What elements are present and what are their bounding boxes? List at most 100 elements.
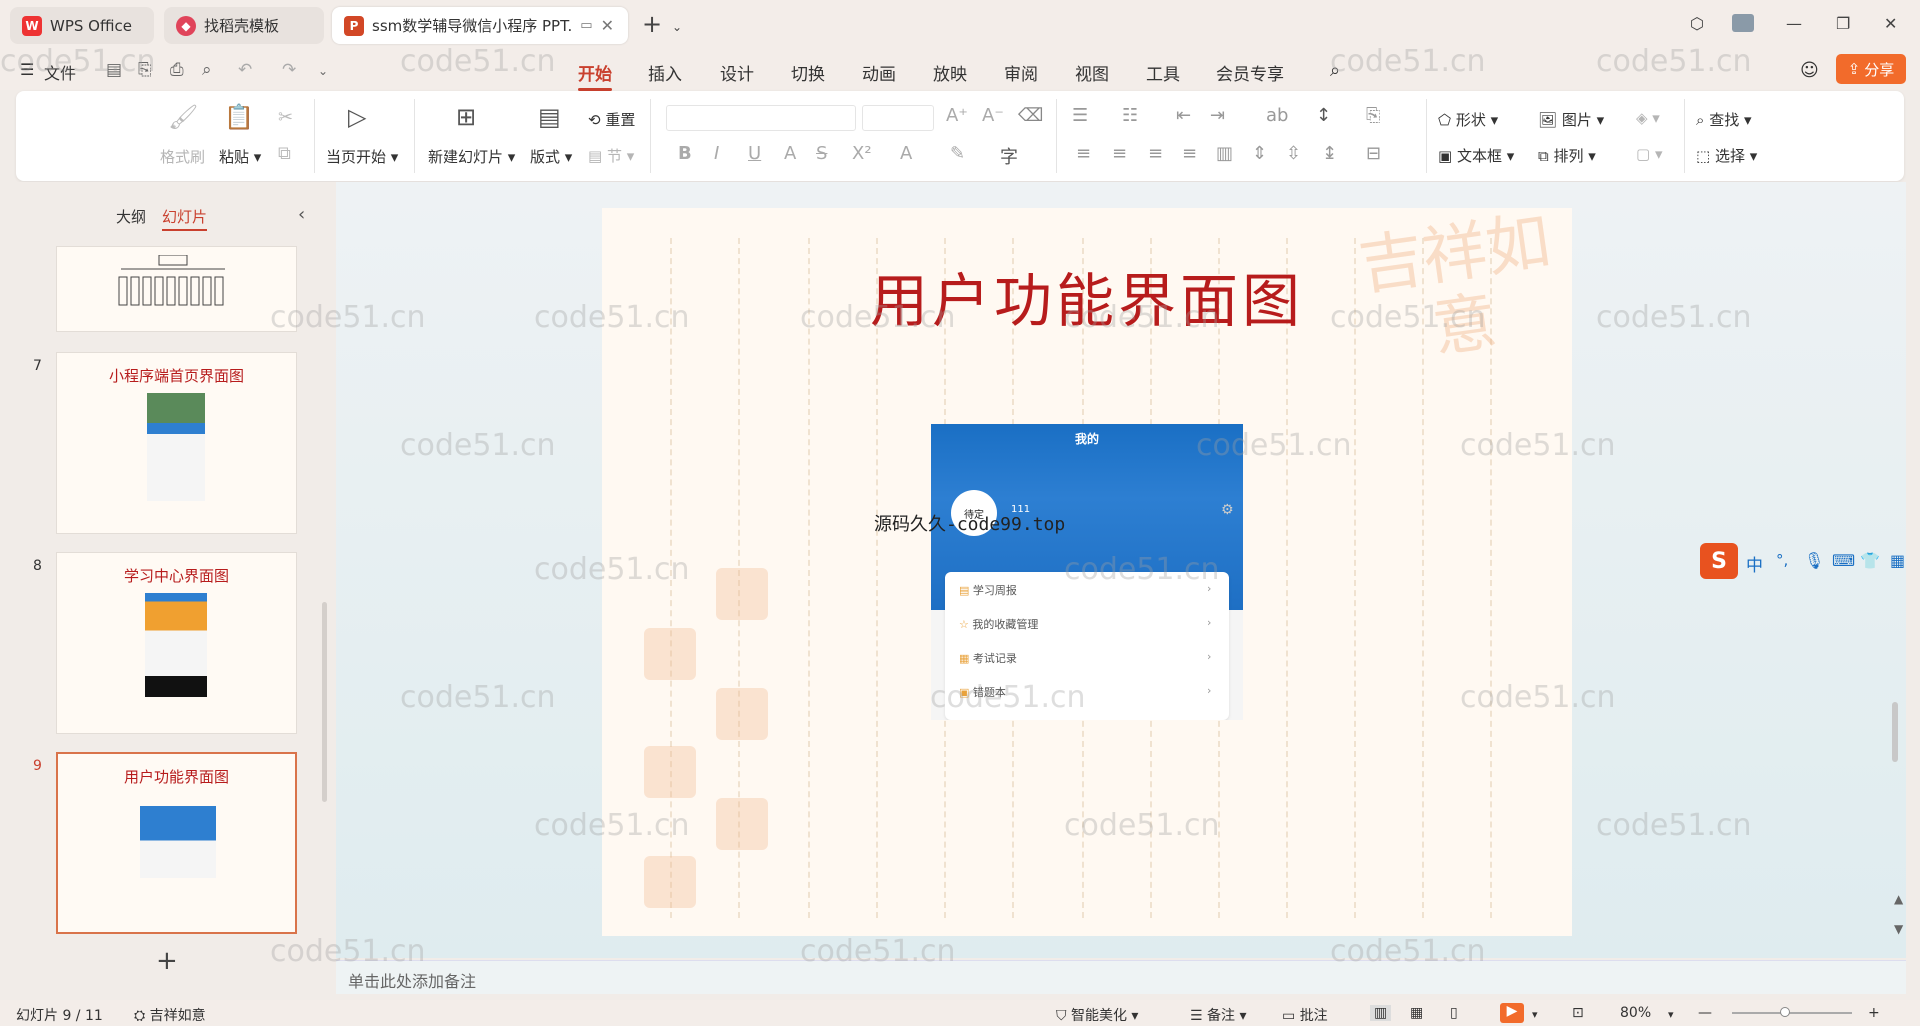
tab-ppt-document[interactable]: P ssm数学辅导微信小程序 PPT. ▭ ✕ <box>332 7 628 44</box>
zoom-in-icon[interactable]: + <box>1868 1005 1880 1021</box>
ime-skin-icon[interactable]: 👕 <box>1860 551 1880 570</box>
ime-keyboard-icon[interactable]: ⌨ <box>1832 551 1855 570</box>
paste-icon[interactable]: 📋 <box>224 103 254 131</box>
text-direction-icon[interactable]: ab <box>1266 105 1288 126</box>
decrease-indent-icon[interactable]: ⇤ <box>1176 105 1191 126</box>
format-painter-button[interactable]: 格式刷 <box>160 146 205 167</box>
fit-window-icon[interactable]: ⊡ <box>1572 1005 1584 1021</box>
more-icon[interactable]: ⌄ <box>318 64 328 78</box>
undo-icon[interactable]: ↶ <box>238 60 252 80</box>
zoom-slider[interactable] <box>1732 1012 1852 1014</box>
export-icon[interactable]: ⎘ <box>138 60 152 80</box>
paste-button[interactable]: 粘贴 ▾ <box>219 146 261 167</box>
canvas-scrollbar[interactable] <box>1892 702 1898 762</box>
slide-thumbnail-7[interactable]: 小程序端首页界面图 <box>56 352 297 534</box>
save-icon[interactable]: ▤ <box>106 60 122 80</box>
slideshow-play-icon[interactable]: ▶ <box>1500 1003 1524 1023</box>
text-shadow-icon[interactable]: A <box>784 143 796 164</box>
theme-button[interactable]: ⛭ 吉祥如意 <box>134 1005 206 1025</box>
comment-icon[interactable]: ☺ <box>1800 60 1819 81</box>
reset-button[interactable]: ⟲ 重置 <box>588 109 635 130</box>
comments-button[interactable]: ▭ 批注 <box>1282 1005 1328 1025</box>
menu-view[interactable]: 视图 <box>1075 60 1109 85</box>
overlay-text[interactable]: 源码久久-code99.top <box>874 510 1065 536</box>
menu-member[interactable]: 会员专享 <box>1216 60 1284 85</box>
slide-thumbnail-6[interactable] <box>56 246 297 332</box>
close-window-icon[interactable]: ✕ <box>1884 14 1897 33</box>
sogou-icon[interactable]: S <box>1700 543 1738 579</box>
slide-sorter-icon[interactable]: ▦ <box>1410 1005 1423 1021</box>
font-family-select[interactable] <box>666 105 856 131</box>
avatar[interactable] <box>1732 14 1754 32</box>
menu-design[interactable]: 设计 <box>720 60 754 85</box>
font-color-icon[interactable]: A <box>900 143 912 164</box>
ime-mic-icon[interactable]: 🎙 <box>1804 551 1824 570</box>
minimize-icon[interactable]: — <box>1786 14 1802 33</box>
share-button[interactable]: ⇪ 分享 <box>1836 54 1906 84</box>
print-icon[interactable]: ⎙ <box>170 60 184 80</box>
find-button[interactable]: ⌕ 查找 ▾ <box>1696 109 1752 130</box>
paragraph-spacing-icon[interactable]: ⇕ <box>1252 143 1267 164</box>
tab-wps-office[interactable]: W WPS Office <box>10 7 154 44</box>
layout-button[interactable]: 版式 ▾ <box>530 146 572 167</box>
align-right-icon[interactable]: ≡ <box>1148 143 1163 164</box>
phonetic-icon[interactable]: 字 <box>1000 143 1018 169</box>
ime-grid-icon[interactable]: ▦ <box>1890 551 1905 570</box>
font-size-select[interactable] <box>862 105 934 131</box>
panel-scrollbar[interactable] <box>322 602 327 802</box>
new-slide-icon[interactable]: ⊞ <box>456 103 476 131</box>
prev-slide-icon[interactable]: ▲ <box>1894 892 1903 906</box>
strikethrough-icon[interactable]: S <box>816 143 827 164</box>
decrease-font-icon[interactable]: A⁻ <box>982 105 1004 126</box>
restore-icon[interactable]: ❐ <box>1836 14 1850 33</box>
layout-icon[interactable]: ▤ <box>538 103 561 131</box>
next-slide-icon[interactable]: ▼ <box>1894 922 1903 936</box>
ime-chinese-icon[interactable]: 中 <box>1746 551 1763 576</box>
beautify-button[interactable]: ⛉ 智能美化 ▾ <box>1056 1005 1138 1025</box>
file-menu[interactable]: 文件 <box>44 60 76 84</box>
zoom-level[interactable]: 80% <box>1620 1005 1651 1021</box>
underline-icon[interactable]: U <box>748 143 761 164</box>
slide-thumbnail-8[interactable]: 学习中心界面图 <box>56 552 297 734</box>
highlight-icon[interactable]: ✎ <box>950 143 965 164</box>
menu-home[interactable]: 开始 <box>578 60 612 91</box>
zoom-slider-thumb[interactable] <box>1780 1007 1790 1017</box>
select-button[interactable]: ⬚ 选择 ▾ <box>1696 145 1757 166</box>
hamburger-icon[interactable]: ☰ <box>20 60 34 79</box>
align-left-icon[interactable]: ≡ <box>1076 143 1091 164</box>
align-center-icon[interactable]: ≡ <box>1112 143 1127 164</box>
new-slide-button[interactable]: 新建幻灯片 ▾ <box>428 146 515 167</box>
notes-button[interactable]: ☰ 备注 ▾ <box>1190 1005 1247 1025</box>
bold-icon[interactable]: B <box>678 143 692 164</box>
notes-area[interactable]: 单击此处添加备注 <box>336 960 1906 994</box>
play-from-current-icon[interactable]: ▷ <box>348 103 366 131</box>
increase-indent-icon[interactable]: ⇥ <box>1210 105 1225 126</box>
columns-icon[interactable]: ⇳ <box>1286 143 1301 164</box>
increase-font-icon[interactable]: A⁺ <box>946 105 968 126</box>
zoom-dropdown-icon[interactable]: ▾ <box>1668 1008 1674 1021</box>
numbered-list-icon[interactable]: ☷ <box>1122 105 1138 126</box>
menu-insert[interactable]: 插入 <box>648 60 682 85</box>
collapse-panel-icon[interactable]: ‹ <box>298 204 305 225</box>
search-icon[interactable]: ⌕ <box>1330 60 1340 81</box>
line-spacing-icon[interactable]: ↕ <box>1316 105 1331 126</box>
shape-button[interactable]: ⬠ 形状 ▾ <box>1438 109 1498 130</box>
menu-animation[interactable]: 动画 <box>862 60 896 85</box>
close-tab-icon[interactable]: ✕ <box>601 16 614 35</box>
new-tab-icon[interactable]: + <box>642 10 662 38</box>
superscript-icon[interactable]: X² <box>852 143 872 164</box>
ime-punct-icon[interactable]: °, <box>1776 551 1788 569</box>
monitor-icon[interactable]: ▭ <box>580 18 592 33</box>
play-from-current-button[interactable]: 当页开始 ▾ <box>326 146 398 167</box>
section-button[interactable]: ▤ 节 ▾ <box>588 145 634 166</box>
redo-icon[interactable]: ↷ <box>282 60 296 80</box>
menu-slideshow[interactable]: 放映 <box>933 60 967 85</box>
textbox-button[interactable]: ▣ 文本框 ▾ <box>1438 145 1514 166</box>
normal-view-icon[interactable]: ▥ <box>1370 1005 1392 1021</box>
tab-docer[interactable]: ◆ 找稻壳模板 <box>164 7 324 44</box>
outline-icon[interactable]: ▢ ▾ <box>1636 145 1662 163</box>
chevron-down-icon[interactable]: ▾ <box>1532 1008 1538 1021</box>
bullet-list-icon[interactable]: ☰ <box>1072 105 1088 126</box>
menu-tools[interactable]: 工具 <box>1146 60 1180 85</box>
format-painter-icon[interactable]: 🖌 <box>168 103 198 131</box>
